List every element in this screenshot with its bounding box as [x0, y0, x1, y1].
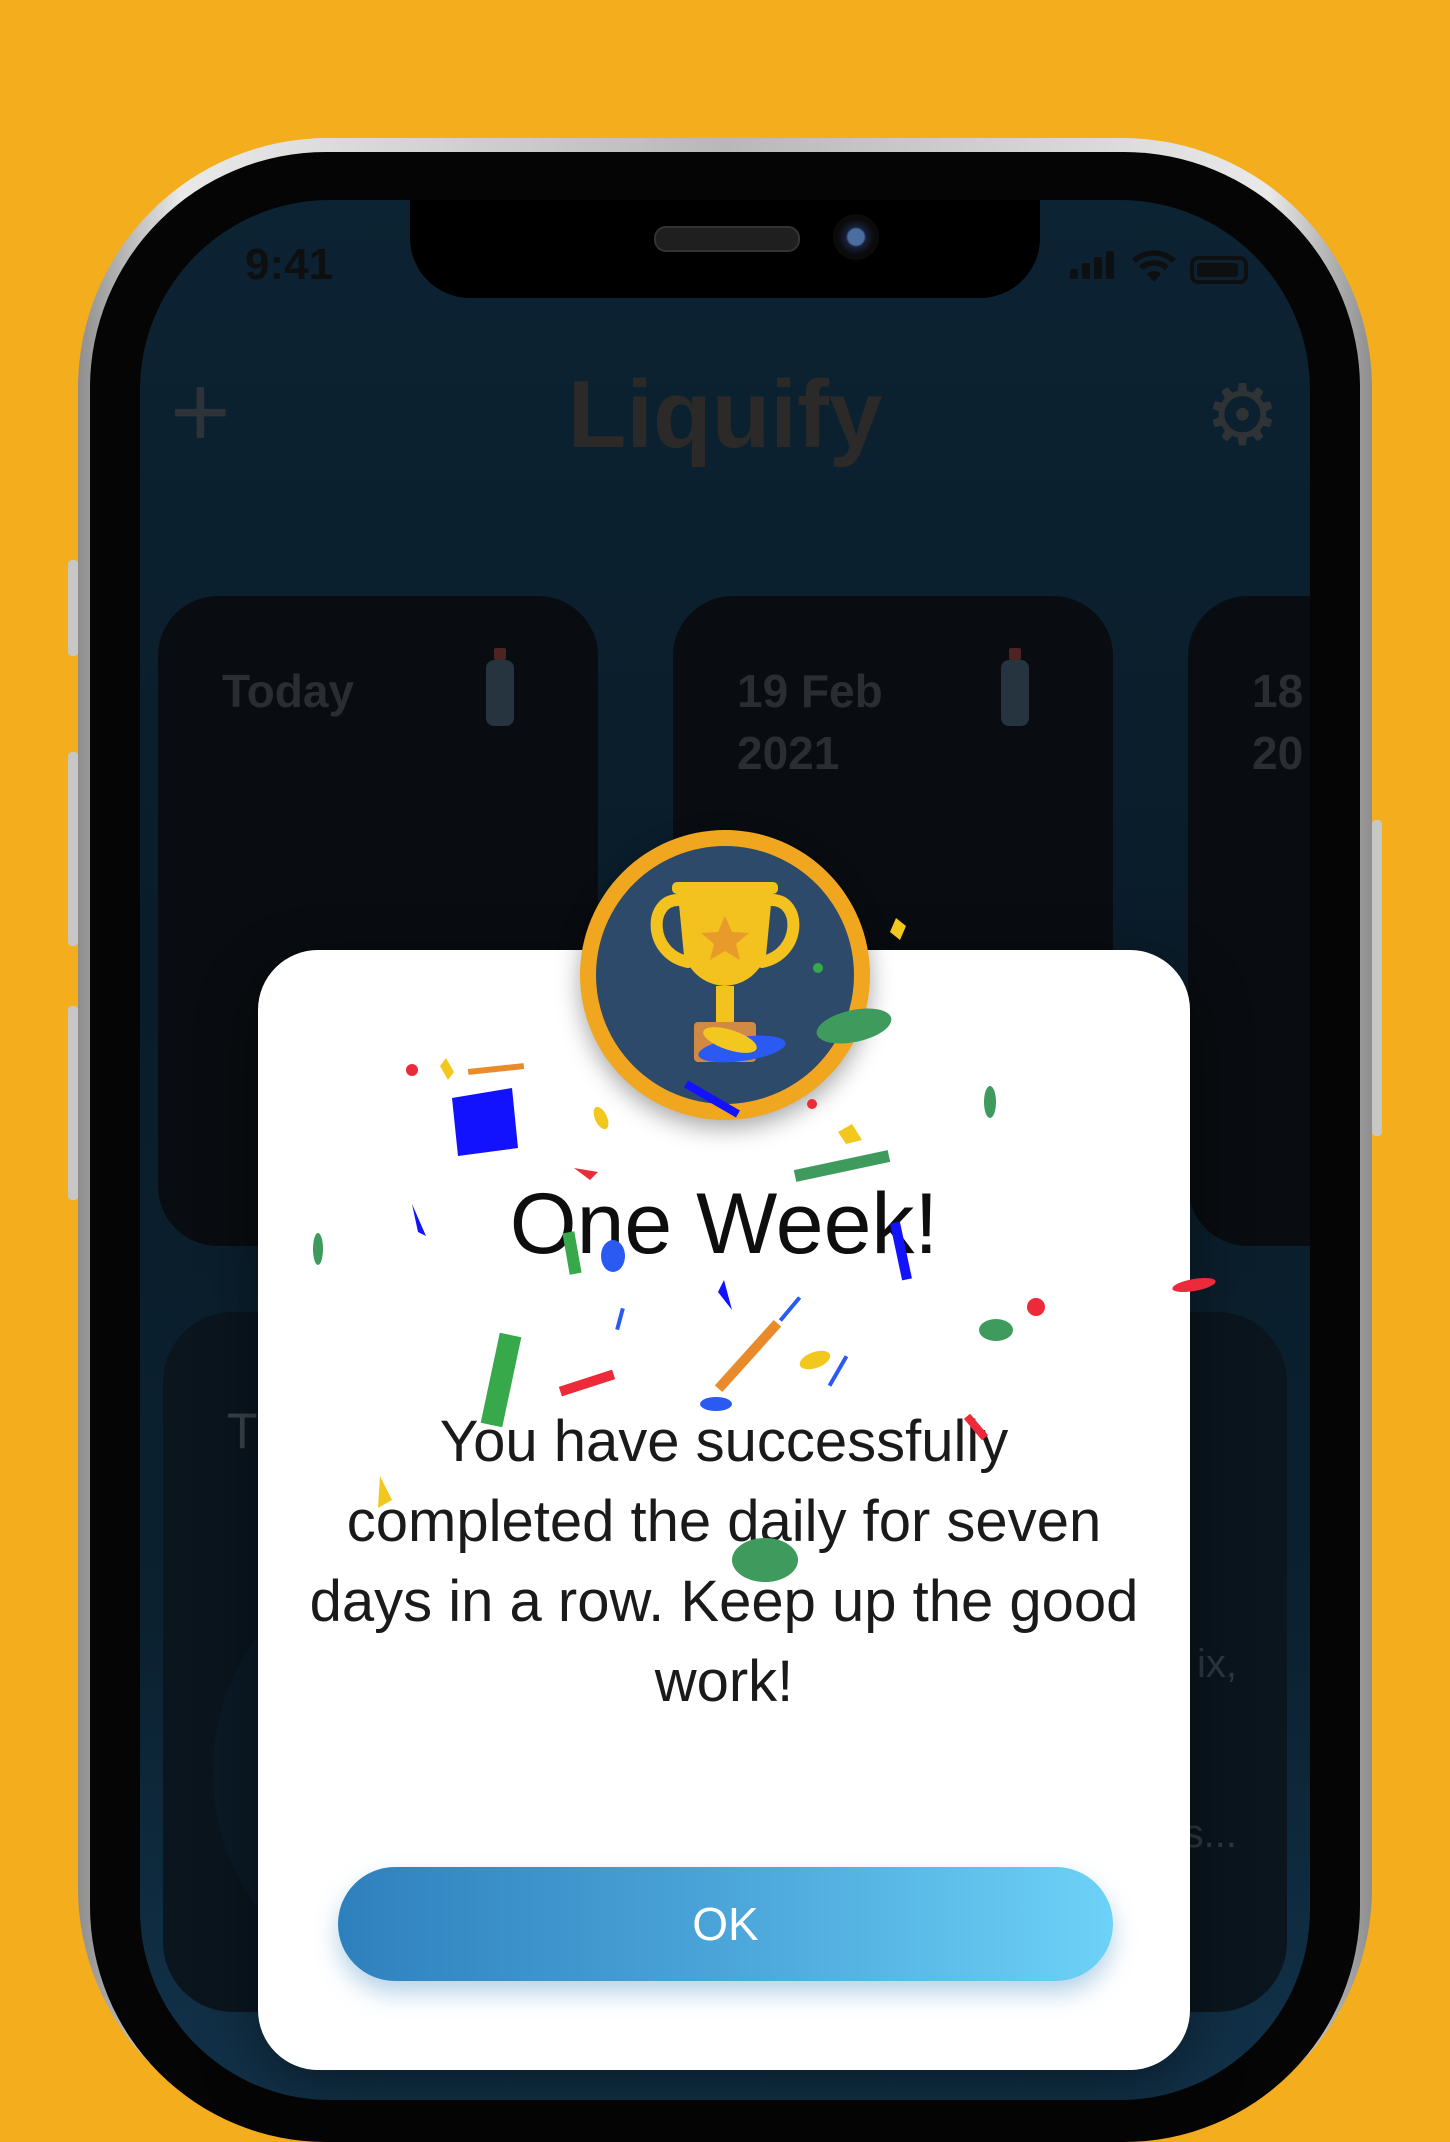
- achievement-message: You have successfully completed the dail…: [309, 1409, 1139, 1714]
- achievement-title: One Week!: [509, 1176, 939, 1272]
- water-bottle-icon: [486, 648, 514, 726]
- trophy-icon: [650, 882, 800, 1062]
- status-time: 9:41: [245, 240, 334, 289]
- power-button: [1372, 820, 1382, 1136]
- ok-button[interactable]: OK: [338, 1867, 1113, 1981]
- volume-up-button: [68, 752, 78, 946]
- app-title: Liquify: [567, 361, 883, 468]
- card-date-label: 19 Feb 2021: [737, 665, 883, 779]
- water-bottle-icon: [1001, 648, 1029, 726]
- gear-icon: ⚙: [1204, 368, 1280, 462]
- front-camera: [833, 214, 879, 260]
- mute-switch: [68, 560, 78, 656]
- summary-text-b: s...: [1183, 1812, 1237, 1856]
- status-icons: [1070, 250, 1248, 284]
- card-date-label: Today: [222, 665, 355, 717]
- summary-card-title: T: [227, 1403, 258, 1459]
- settings-button[interactable]: ⚙: [1205, 366, 1280, 464]
- wifi-icon: [1132, 250, 1176, 282]
- day-card-18[interactable]: 18 20: [1188, 596, 1310, 1246]
- achievement-badge: [580, 830, 870, 1120]
- battery-icon: [1190, 256, 1248, 284]
- card-date-label: 18 20: [1252, 665, 1304, 779]
- earpiece-speaker: [654, 226, 800, 252]
- summary-text-a: ix,: [1197, 1642, 1237, 1686]
- cellular-signal-icon: [1070, 251, 1118, 284]
- volume-down-button: [68, 1006, 78, 1200]
